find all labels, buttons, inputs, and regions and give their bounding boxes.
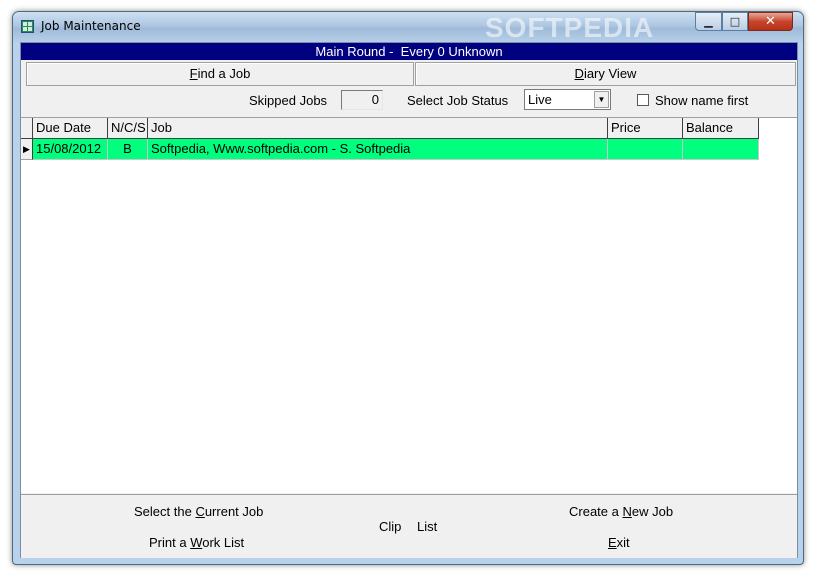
show-name-first-checkbox[interactable]: [637, 94, 649, 106]
column-header-due-date[interactable]: Due Date: [33, 118, 108, 139]
job-status-value: Live: [528, 92, 552, 107]
diary-view-button[interactable]: Diary View: [415, 62, 796, 86]
exit-mnemonic: E: [608, 535, 617, 550]
cell-due-date[interactable]: 15/08/2012: [33, 139, 108, 160]
create-new-job-label-a: Create a: [569, 504, 623, 519]
dropdown-arrow-icon[interactable]: ▼: [594, 91, 609, 108]
column-header-price[interactable]: Price: [608, 118, 683, 139]
show-name-first-label[interactable]: Show name first: [655, 93, 748, 108]
list-button[interactable]: List: [417, 519, 437, 534]
column-header-balance[interactable]: Balance: [683, 118, 759, 139]
print-work-list-mnemonic: W: [190, 535, 203, 550]
current-row-arrow-icon: ▶: [21, 139, 33, 160]
softpedia-watermark: SOFTPEDIA: [485, 12, 655, 43]
diary-view-mnemonic: D: [574, 66, 584, 81]
find-job-label: ind a Job: [197, 66, 251, 81]
skipped-jobs-field: 0: [341, 90, 383, 110]
find-job-mnemonic: F: [189, 66, 198, 81]
filter-row: Skipped Jobs 0 Select Job Status Live ▼ …: [21, 87, 797, 115]
print-work-list-label-b: ork List: [202, 535, 245, 550]
select-current-job-label-a: Select the: [134, 504, 196, 519]
cell-job[interactable]: Softpedia, Www.softpedia.com - S. Softpe…: [148, 139, 608, 160]
print-work-list-label-a: Print a: [149, 535, 191, 550]
create-new-job-label-b: ew Job: [631, 504, 674, 519]
diary-view-label: iary View: [583, 66, 637, 81]
client-area: Main Round - Every 0 Unknown Find a Job …: [20, 42, 798, 558]
job-status-select[interactable]: Live ▼: [524, 89, 611, 110]
select-job-status-label: Select Job Status: [407, 93, 509, 108]
round-header: Main Round - Every 0 Unknown: [21, 43, 797, 60]
create-new-job-mnemonic: N: [622, 504, 632, 519]
job-maintenance-window: Job Maintenance SOFTPEDIA ▁ □ ✕ Main Rou…: [12, 11, 804, 565]
header-indicator-cell: [21, 118, 33, 139]
grid-header: Due Date N/C/S Job Price Balance: [21, 118, 761, 139]
cell-price[interactable]: [608, 139, 683, 160]
close-button[interactable]: ✕: [748, 12, 793, 31]
exit-label: xit: [616, 535, 630, 550]
table-row[interactable]: ▶ 15/08/2012 B Softpedia, Www.softpedia.…: [21, 139, 761, 160]
action-bar: Select the Current Job Create a New Job …: [21, 494, 797, 558]
cell-ncs[interactable]: B: [108, 139, 148, 160]
column-header-ncs[interactable]: N/C/S: [108, 118, 148, 139]
find-job-button[interactable]: Find a Job: [26, 62, 414, 86]
cell-balance[interactable]: [683, 139, 759, 160]
create-new-job-button[interactable]: Create a New Job: [569, 504, 673, 519]
exit-button[interactable]: Exit: [608, 535, 630, 550]
select-current-job-button[interactable]: Select the Current Job: [134, 504, 263, 519]
jobs-grid[interactable]: Due Date N/C/S Job Price Balance ▶ 15/08…: [21, 117, 797, 493]
clip-button[interactable]: Clip: [379, 519, 401, 534]
skipped-jobs-label: Skipped Jobs: [249, 93, 328, 108]
app-grid-icon: [21, 20, 34, 33]
select-current-job-label-b: urrent Job: [204, 504, 264, 519]
select-current-job-mnemonic: C: [195, 504, 205, 519]
window-title: Job Maintenance: [41, 19, 141, 33]
column-header-job[interactable]: Job: [148, 118, 608, 139]
minimize-button[interactable]: ▁: [695, 12, 722, 31]
print-work-list-button[interactable]: Print a Work List: [149, 535, 244, 550]
title-bar[interactable]: Job Maintenance SOFTPEDIA ▁ □ ✕: [13, 12, 803, 43]
maximize-button[interactable]: □: [722, 12, 748, 31]
